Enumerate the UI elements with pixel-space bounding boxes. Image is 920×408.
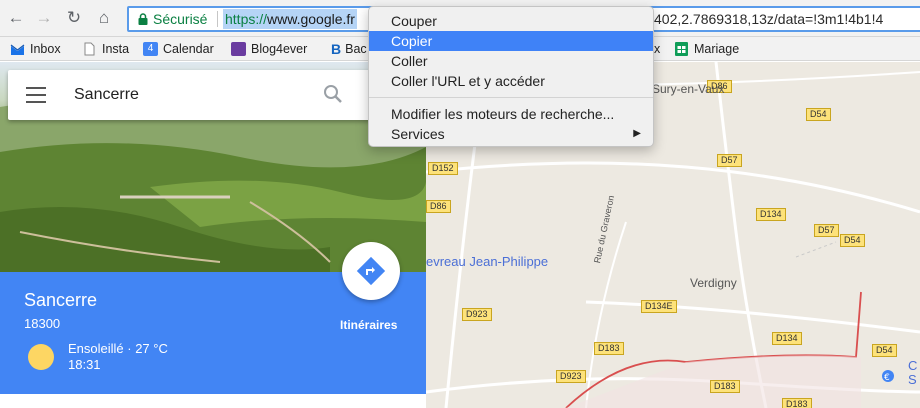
directions-icon	[356, 256, 386, 286]
road-label: D54	[872, 344, 897, 357]
url-host: www.google.fr	[267, 11, 355, 27]
place-label-verdigny[interactable]: Verdigny	[690, 276, 737, 290]
road-label: D152	[428, 162, 458, 175]
search-icon[interactable]	[322, 83, 344, 105]
bookmark-label: Inbox	[30, 42, 61, 56]
reload-icon[interactable]: ↻	[64, 8, 84, 28]
mail-icon	[10, 44, 25, 55]
directions-label[interactable]: Itinéraires	[340, 318, 397, 332]
road-label: D134	[756, 208, 786, 221]
edge-label-c: C	[908, 358, 918, 373]
back-arrow-icon[interactable]: ←	[6, 8, 26, 28]
search-input[interactable]: Sancerre	[74, 86, 139, 104]
menu-separator	[369, 97, 653, 98]
search-box[interactable]: Sancerre	[8, 70, 418, 120]
menu-item-coller[interactable]: Coller	[369, 51, 653, 71]
secure-label: Sécurisé	[153, 11, 208, 27]
menu-item-services[interactable]: Services ▶	[369, 124, 653, 144]
bookmark-label: Blog4ever	[251, 42, 308, 56]
page-icon	[84, 42, 95, 56]
weather-text: Ensoleillé · 27 °C	[68, 341, 168, 356]
place-title: Sancerre	[24, 290, 98, 310]
address-separator	[217, 11, 218, 27]
bookmark-bac[interactable]: B Bac	[331, 41, 367, 57]
menu-item-modifier-moteurs[interactable]: Modifier les moteurs de recherche...	[369, 104, 653, 124]
menu-icon[interactable]	[26, 87, 46, 103]
weather-time: 18:31	[68, 357, 101, 372]
bookmark-label: Calendar	[163, 42, 214, 56]
svg-text:€: €	[884, 373, 890, 383]
place-photo[interactable]: Sancerre	[0, 62, 426, 272]
road-label: D183	[710, 380, 740, 393]
bookmark-inbox[interactable]: Inbox	[10, 41, 61, 57]
road-label: D923	[462, 308, 492, 321]
bookmark-blog4ever[interactable]: Blog4ever	[231, 41, 307, 57]
road-label: D183	[594, 342, 624, 355]
bookmark-label: x	[654, 42, 661, 56]
road-label: D54	[806, 108, 831, 121]
place-label-sury[interactable]: Sury-en-Vaux	[652, 82, 724, 96]
lock-icon	[138, 13, 148, 25]
road-label: D923	[556, 370, 586, 383]
road-label: D57	[717, 154, 742, 167]
poi-label-chevreau[interactable]: evreau Jean-Philippe	[426, 254, 548, 269]
bookmark-label: Bac	[345, 42, 367, 56]
edge-label-s: S	[908, 372, 917, 387]
bookmark-label: Mariage	[694, 42, 740, 56]
url-protocol: https://	[225, 11, 268, 27]
road-label: D183	[782, 398, 812, 408]
bookmark-mariage[interactable]: Mariage	[674, 41, 739, 57]
road-label: D134	[772, 332, 802, 345]
home-icon[interactable]: ⌂	[94, 8, 114, 28]
bookmark-calendar[interactable]: 4 Calendar	[143, 41, 214, 57]
url-selection[interactable]: https://www.google.fr	[223, 9, 357, 29]
menu-item-couper[interactable]: Couper	[369, 11, 653, 31]
road-label: D57	[814, 224, 839, 237]
road-label: D134E	[641, 300, 677, 313]
place-panel: Sancerre Sancerre 18300 Ensoleillé · 27 …	[0, 62, 426, 408]
menu-item-copier[interactable]: Copier	[369, 31, 653, 51]
submenu-arrow-icon: ▶	[633, 128, 641, 139]
forward-arrow-icon[interactable]: →	[34, 8, 54, 28]
place-info-header: Sancerre 18300 Ensoleillé · 27 °C 18:31 …	[0, 242, 426, 394]
menu-item-coller-url[interactable]: Coller l'URL et y accéder	[369, 71, 653, 91]
menu-item-label: Services	[391, 126, 445, 142]
url-tail: 402,2.7869318,13z/data=!3m1!4b1!4	[654, 11, 884, 27]
calendar-icon: 4	[143, 42, 158, 56]
sheet-icon	[675, 42, 688, 56]
bookmark-insta[interactable]: Insta	[82, 41, 129, 57]
bookmark-truncated[interactable]: x	[654, 41, 660, 57]
bookmark-label: Insta	[102, 42, 130, 56]
road-label: D86	[426, 200, 451, 213]
context-menu: Couper Copier Coller Coller l'URL et y a…	[368, 6, 654, 147]
b-icon: B	[331, 41, 342, 57]
sun-icon	[28, 344, 54, 370]
place-postcode: 18300	[24, 316, 61, 331]
directions-button[interactable]	[342, 242, 400, 300]
blog-icon	[231, 42, 246, 56]
road-label: D54	[840, 234, 865, 247]
